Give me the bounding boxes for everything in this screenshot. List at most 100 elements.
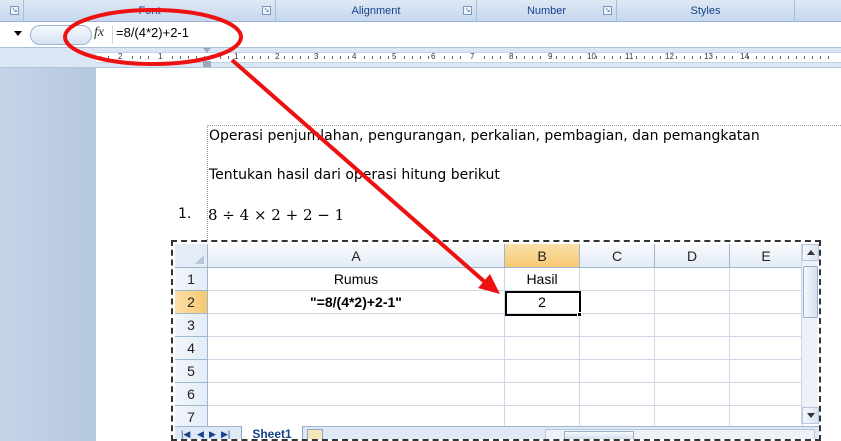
ruler-tick (612, 56, 613, 59)
row-header-6[interactable]: 6 (175, 383, 208, 406)
column-header-e[interactable]: E (730, 244, 803, 268)
cell-c2[interactable] (580, 291, 655, 314)
ruler-number: 12 (665, 52, 674, 61)
ruler-tick (636, 56, 637, 59)
ruler-tick (204, 56, 205, 59)
doc-paragraph-instruction[interactable]: Tentukan hasil dari operasi hitung berik… (209, 167, 500, 183)
dialog-launcher-icon[interactable]: ↘ (603, 6, 612, 15)
ruler-number: 6 (431, 52, 436, 61)
select-all-corner[interactable] (175, 244, 208, 268)
vertical-scrollbar[interactable] (801, 244, 819, 424)
math-expression[interactable]: 8 ÷ 4 × 2 + 2 − 1 (208, 206, 344, 224)
ruler-tick (196, 56, 197, 59)
first-sheet-icon[interactable]: |◀ (181, 429, 190, 439)
cell-d1[interactable] (655, 268, 730, 291)
cell-b1[interactable]: Hasil (505, 268, 580, 291)
cell-c3[interactable] (580, 314, 655, 337)
ruler-tick (812, 56, 813, 59)
ruler-number: 1 (234, 52, 239, 61)
ruler-tick (796, 56, 797, 59)
fill-handle[interactable] (577, 312, 582, 317)
cell-a5[interactable] (208, 360, 505, 383)
cell-e1[interactable] (730, 268, 803, 291)
row-header-4[interactable]: 4 (175, 337, 208, 360)
cell-c4[interactable] (580, 337, 655, 360)
horizontal-scrollbar[interactable] (545, 429, 815, 439)
dialog-launcher-icon[interactable]: ↘ (463, 6, 472, 15)
embedded-spreadsheet[interactable]: A B C D E 1 2 3 4 5 6 7 Rumus Hasil "=8/(4… (171, 240, 821, 441)
cell-b5[interactable] (505, 360, 580, 383)
formula-bar-expander[interactable] (30, 25, 92, 45)
cell-c5[interactable] (580, 360, 655, 383)
cell-d3[interactable] (655, 314, 730, 337)
scroll-up-button[interactable] (802, 244, 819, 261)
cell-e5[interactable] (730, 360, 803, 383)
ruler-tick (428, 56, 429, 59)
formula-input[interactable]: =8/(4*2)+2-1 (116, 25, 189, 40)
cell-e3[interactable] (730, 314, 803, 337)
prev-sheet-icon[interactable]: ◀ (197, 429, 204, 439)
scroll-down-button[interactable] (802, 407, 819, 424)
cell-a4[interactable] (208, 337, 505, 360)
column-header-d[interactable]: D (655, 244, 730, 268)
row-header-2[interactable]: 2 (175, 291, 208, 314)
cell-a3[interactable] (208, 314, 505, 337)
ruler-tick (308, 56, 309, 59)
column-header-c[interactable]: C (580, 244, 655, 268)
first-line-indent-marker[interactable] (203, 48, 211, 53)
vertical-scroll-thumb[interactable] (803, 266, 818, 318)
cell-d2[interactable] (655, 291, 730, 314)
sheet-tab-sheet1[interactable]: Sheet1 (241, 426, 303, 439)
cell-c6[interactable] (580, 383, 655, 406)
ruler-tick (332, 56, 333, 59)
next-sheet-icon[interactable]: ▶ (209, 429, 216, 439)
doc-paragraph-title[interactable]: Operasi penjumlahan, pengurangan, perkal… (209, 128, 760, 144)
left-indent-marker[interactable] (203, 61, 211, 67)
ruler-tick (756, 56, 757, 59)
ruler-number: 7 (470, 52, 475, 61)
active-cell-border[interactable] (505, 291, 581, 316)
cell-b4[interactable] (505, 337, 580, 360)
cell-a6[interactable] (208, 383, 505, 406)
ruler-number: 2 (118, 52, 123, 61)
ruler-tick (652, 56, 653, 59)
insert-sheet-icon[interactable] (307, 429, 323, 439)
cell-d6[interactable] (655, 383, 730, 406)
ruler-tick (732, 56, 733, 59)
ruler-tick (492, 56, 493, 59)
cell-b6[interactable] (505, 383, 580, 406)
column-header-b[interactable]: B (505, 244, 580, 268)
ruler-tick (644, 56, 645, 59)
ruler-tick (140, 56, 141, 59)
cell-d5[interactable] (655, 360, 730, 383)
dialog-launcher-icon[interactable]: ↘ (262, 6, 271, 15)
cell-d4[interactable] (655, 337, 730, 360)
cell-e2[interactable] (730, 291, 803, 314)
horizontal-scroll-thumb[interactable] (564, 431, 634, 439)
last-sheet-icon[interactable]: ▶| (221, 429, 230, 439)
insert-function-icon[interactable]: fx (94, 25, 104, 41)
row-header-3[interactable]: 3 (175, 314, 208, 337)
ruler-tick (412, 56, 413, 59)
cell-c1[interactable] (580, 268, 655, 291)
name-box-dropdown-icon[interactable] (14, 31, 22, 36)
ruler-tick (388, 56, 389, 59)
ruler-tick (724, 56, 725, 59)
cell-a1[interactable]: Rumus (208, 268, 505, 291)
cell-a2[interactable]: "=8/(4*2)+2-1" (208, 291, 505, 314)
row-header-1[interactable]: 1 (175, 268, 208, 291)
cell-b3[interactable] (505, 314, 580, 337)
row-header-5[interactable]: 5 (175, 360, 208, 383)
ruler-tick (284, 56, 285, 59)
dialog-launcher-icon[interactable]: ↘ (10, 6, 19, 15)
cell-e6[interactable] (730, 383, 803, 406)
ruler-tick (340, 56, 341, 59)
ruler-tick (516, 56, 517, 59)
sheet-tab-bar: |◀ ◀ ▶ ▶| Sheet1 (175, 426, 819, 439)
column-header-a[interactable]: A (208, 244, 505, 268)
cell-e4[interactable] (730, 337, 803, 360)
list-number: 1. (178, 206, 192, 222)
ruler-tick (676, 56, 677, 59)
ruler-tick (540, 56, 541, 59)
ruler-tick (132, 56, 133, 59)
